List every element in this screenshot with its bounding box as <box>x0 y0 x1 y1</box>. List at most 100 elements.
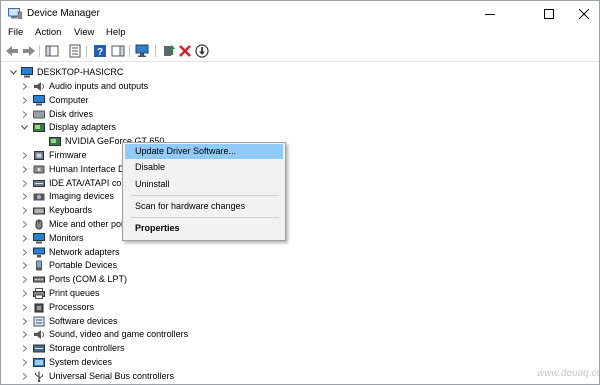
toolbar-separator <box>86 45 87 57</box>
maximize-button[interactable] <box>534 1 564 27</box>
disable-icon[interactable] <box>195 44 209 58</box>
root-label: DESKTOP-HASICRC <box>37 67 124 77</box>
expand-chevron-icon[interactable] <box>21 110 28 118</box>
tree-category-row[interactable]: System devices <box>1 356 301 369</box>
menu-view[interactable]: View <box>74 27 94 38</box>
computer-icon <box>33 94 45 106</box>
back-arrow-icon[interactable] <box>5 44 19 58</box>
expand-chevron-icon[interactable] <box>21 372 28 380</box>
update-driver-icon[interactable] <box>162 44 176 58</box>
expand-chevron-icon[interactable] <box>21 262 28 270</box>
tree-category-row[interactable]: Sound, video and game controllers <box>1 328 301 341</box>
processor-icon <box>34 303 44 313</box>
expand-chevron-icon[interactable] <box>21 152 28 159</box>
tree-category-row[interactable]: Storage controllers <box>1 342 301 355</box>
properties-menu-item[interactable]: Properties <box>125 221 283 236</box>
speaker-icon <box>34 82 44 91</box>
expand-chevron-icon[interactable] <box>21 290 28 297</box>
expand-chevron-icon[interactable] <box>21 179 28 187</box>
close-button[interactable] <box>569 1 599 27</box>
tree-item-label: Universal Serial Bus controllers <box>49 370 175 381</box>
expand-chevron-icon[interactable] <box>21 317 28 325</box>
uninstall-menu-item[interactable]: Uninstall <box>125 177 283 192</box>
system-icon <box>33 358 45 367</box>
expand-chevron-icon[interactable] <box>21 207 28 215</box>
watermark: www.deuaq.com <box>537 368 599 379</box>
disable-menu-item[interactable]: Disable <box>125 160 283 175</box>
monitor-icon[interactable] <box>135 44 149 58</box>
device-manager-icon <box>8 8 22 19</box>
minimize-icon <box>485 14 495 15</box>
expand-chevron-icon[interactable] <box>21 276 28 284</box>
expand-chevron-icon[interactable] <box>21 165 28 173</box>
expand-chevron-icon[interactable] <box>21 96 28 104</box>
tree-category-row[interactable]: Processors <box>1 301 301 314</box>
tree-root[interactable]: DESKTOP-HASICRC <box>1 66 301 79</box>
port-icon <box>33 276 45 283</box>
close-icon <box>579 9 589 19</box>
help-icon[interactable]: ? <box>93 44 107 58</box>
properties-icon[interactable] <box>68 44 82 58</box>
update-driver-software-menu-item[interactable]: Update Driver Software... <box>125 144 283 159</box>
menu-action[interactable]: Action <box>35 27 61 38</box>
tree-category-row[interactable]: Audio inputs and outputs <box>1 80 301 93</box>
action-pane-icon[interactable] <box>111 44 125 58</box>
expand-chevron-icon[interactable] <box>21 234 28 242</box>
expand-chevron-icon[interactable] <box>21 359 28 366</box>
firmware-icon <box>34 151 44 160</box>
forward-arrow-icon[interactable] <box>22 44 36 58</box>
scan-hardware-changes-menu-item[interactable]: Scan for hardware changes <box>125 199 283 214</box>
uninstall-icon[interactable] <box>178 44 192 58</box>
window-title: Device Manager <box>27 8 100 19</box>
expand-chevron-icon[interactable] <box>21 345 28 353</box>
tree-item-label: Computer <box>49 94 89 105</box>
tree-category-row[interactable]: Software devices <box>1 315 301 328</box>
tree-item-label: Audio inputs and outputs <box>49 81 149 91</box>
collapse-chevron-icon[interactable] <box>10 69 17 76</box>
toolbar-separator <box>155 45 156 57</box>
storage-icon <box>33 344 45 353</box>
tree-item-label: Imaging devices <box>49 191 115 202</box>
tree-item-label: Disk drives <box>49 108 94 119</box>
ide-icon <box>33 179 45 187</box>
tree-category-row[interactable]: Universal Serial Bus controllers <box>1 370 301 383</box>
menu-bar: File Action View Help <box>1 27 599 40</box>
usb-icon <box>35 371 43 382</box>
computer-icon <box>21 67 33 78</box>
software-device-icon <box>33 316 45 327</box>
expand-chevron-icon[interactable] <box>21 193 28 201</box>
collapse-chevron-icon[interactable] <box>21 124 28 131</box>
tree-item-label: Portable Devices <box>49 260 118 271</box>
title-bar[interactable]: Device Manager <box>1 1 599 27</box>
menu-separator <box>131 195 279 196</box>
expand-chevron-icon[interactable] <box>21 303 28 311</box>
tree-category-row[interactable]: Network adapters <box>1 246 301 259</box>
toolbar: ? <box>1 41 599 62</box>
minimize-button[interactable] <box>475 1 505 27</box>
maximize-icon <box>544 9 554 19</box>
tree-category-row[interactable]: Display adapters <box>1 121 301 134</box>
network-icon <box>33 247 45 258</box>
show-hide-console-tree-icon[interactable] <box>45 44 59 58</box>
tree-category-row[interactable]: Ports (COM & LPT) <box>1 273 301 286</box>
toolbar-separator <box>39 45 40 57</box>
tree-category-row[interactable]: Print queues <box>1 287 301 300</box>
tree-category-row[interactable]: Disk drives <box>1 108 301 121</box>
display-adapter-icon <box>33 123 45 133</box>
expand-chevron-icon[interactable] <box>21 331 28 339</box>
portable-device-icon <box>36 260 42 271</box>
sound-icon <box>34 330 44 340</box>
device-manager-window: Device Manager File Action View Help ? D… <box>0 0 600 385</box>
expand-chevron-icon[interactable] <box>21 221 28 228</box>
keyboard-icon <box>33 207 45 215</box>
tree-item-label: Processors <box>49 301 95 312</box>
tree-item-label: Monitors <box>49 232 84 243</box>
expand-chevron-icon[interactable] <box>21 248 28 256</box>
expand-chevron-icon[interactable] <box>21 83 28 90</box>
mouse-icon <box>35 219 43 230</box>
menu-help[interactable]: Help <box>106 27 126 38</box>
menu-file[interactable]: File <box>8 27 23 38</box>
tree-category-row[interactable]: Computer <box>1 94 301 107</box>
context-menu: Update Driver Software... Disable Uninst… <box>122 142 286 241</box>
tree-category-row[interactable]: Portable Devices <box>1 259 301 272</box>
